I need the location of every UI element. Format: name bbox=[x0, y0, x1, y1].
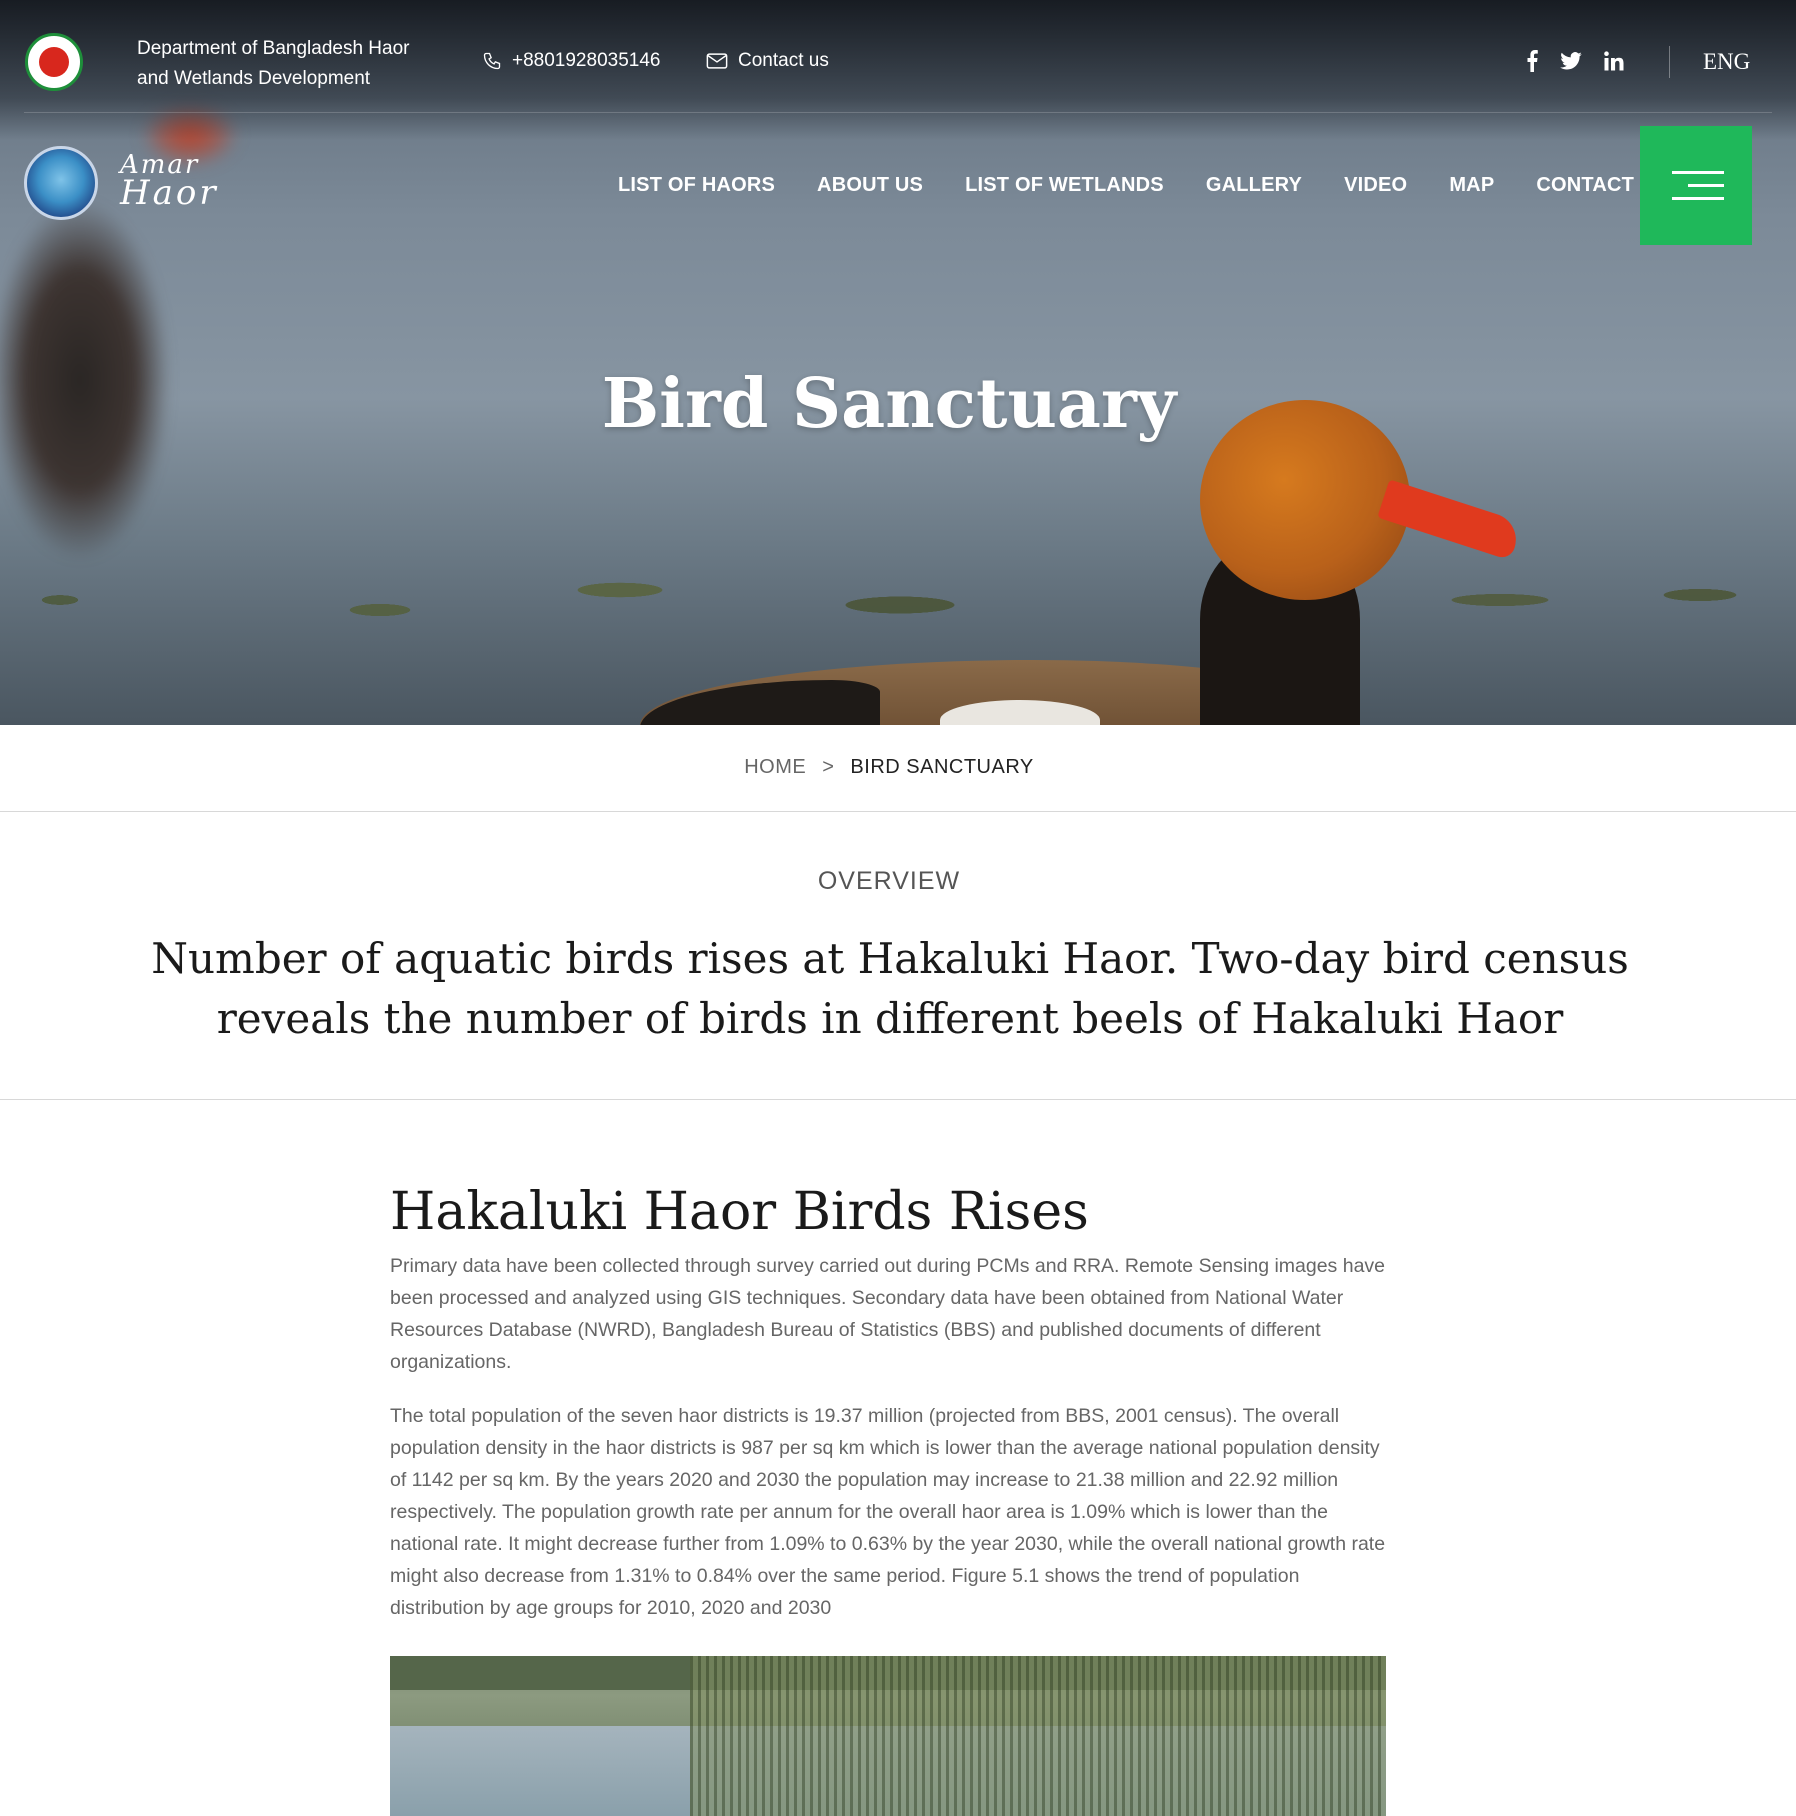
department-name: Department of Bangladesh Haor and Wetlan… bbox=[137, 38, 410, 89]
hamburger-menu-button[interactable] bbox=[1640, 126, 1752, 245]
article-title: Hakaluki Haor Birds Rises bbox=[390, 1182, 1089, 1242]
breadcrumb-current: BIRD SANCTUARY bbox=[850, 756, 1034, 778]
page-title: Bird Sanctuary bbox=[601, 363, 1177, 444]
nav-list-of-haors[interactable]: LIST OF HAORS bbox=[618, 174, 775, 197]
nav-video[interactable]: VIDEO bbox=[1344, 174, 1407, 197]
breadcrumb-separator: > bbox=[822, 756, 835, 778]
article-paragraph: The total population of the seven haor d… bbox=[390, 1405, 1386, 1619]
breadcrumb: HOME > BIRD SANCTUARY bbox=[0, 725, 1796, 812]
government-seal-logo[interactable] bbox=[25, 33, 83, 91]
nav-gallery[interactable]: GALLERY bbox=[1206, 174, 1302, 197]
overview-headline: Number of aquatic birds rises at Hakaluk… bbox=[151, 934, 1629, 1043]
article-paragraph: Primary data have been collected through… bbox=[390, 1255, 1386, 1373]
top-bar: Department of Bangladesh Haor and Wetlan… bbox=[0, 0, 1796, 113]
language-switcher[interactable]: ENG bbox=[1703, 49, 1750, 75]
amar-haor-logo-text[interactable]: Amar Haor bbox=[120, 152, 219, 210]
nav-map[interactable]: MAP bbox=[1449, 174, 1494, 197]
overview-section: OVERVIEW Number of aquatic birds rises a… bbox=[0, 811, 1796, 1100]
nav-list-of-wetlands[interactable]: LIST OF WETLANDS bbox=[965, 174, 1164, 197]
facebook-icon[interactable] bbox=[1526, 50, 1538, 78]
contact-link[interactable]: Contact us bbox=[706, 50, 829, 72]
article: Hakaluki Haor Birds Rises Primary data h… bbox=[390, 1180, 1386, 1624]
amar-haor-logo-emblem[interactable] bbox=[24, 146, 98, 220]
mail-icon bbox=[706, 53, 728, 69]
article-wetland-image bbox=[390, 1656, 1386, 1816]
phone-link[interactable]: +8801928035146 bbox=[482, 50, 660, 72]
phone-icon bbox=[483, 52, 501, 70]
overview-label: OVERVIEW bbox=[817, 867, 961, 895]
nav-about-us[interactable]: ABOUT US bbox=[817, 174, 923, 197]
breadcrumb-home-link[interactable]: HOME bbox=[744, 756, 806, 778]
social-links bbox=[1526, 50, 1624, 78]
twitter-icon[interactable] bbox=[1560, 52, 1582, 76]
main-navigation: LIST OF HAORS ABOUT US LIST OF WETLANDS … bbox=[618, 174, 1710, 197]
linkedin-icon[interactable] bbox=[1604, 51, 1624, 77]
hamburger-icon bbox=[1672, 171, 1724, 174]
